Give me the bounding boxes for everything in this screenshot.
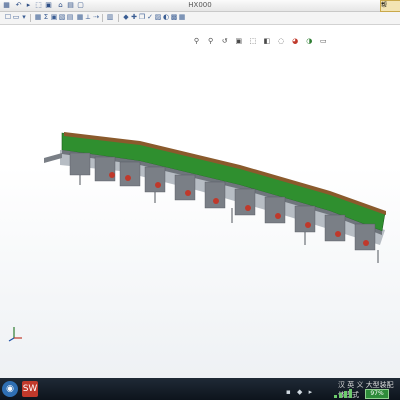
grid-icon[interactable]: ▦	[76, 13, 84, 22]
toolbar-separator	[118, 14, 119, 22]
check-icon[interactable]: ✓	[146, 13, 154, 22]
copy-icon[interactable]: ❐	[138, 13, 146, 22]
conveyor-assembly-model[interactable]	[0, 25, 400, 378]
battery-indicator[interactable]: 97%	[365, 389, 389, 399]
tray-app-icon[interactable]: ▪	[286, 388, 293, 396]
lock-icon[interactable]: ▣	[50, 13, 58, 22]
tray-network-icon[interactable]: ◆	[297, 388, 304, 396]
sum-icon[interactable]: Σ	[42, 13, 50, 22]
plus-icon[interactable]: ✚	[130, 13, 138, 22]
toolbar-separator	[30, 14, 31, 22]
help-label: 帮	[381, 2, 388, 9]
ruler-icon[interactable]: ⟂	[84, 13, 92, 22]
image-icon[interactable]: ▧	[58, 13, 66, 22]
new-icon[interactable]: ☐	[4, 13, 12, 22]
arrow-icon[interactable]: ⇢	[92, 13, 100, 22]
list-icon[interactable]: ▨	[154, 13, 162, 22]
window-title: HX000	[188, 1, 212, 9]
axis-triad-icon	[8, 327, 22, 342]
sketch-icon[interactable]: ◐	[162, 13, 170, 22]
layer-icon[interactable]: ▩	[170, 13, 178, 22]
title-bar: ▦ ↶ ▸ ⬚ ▣ ⌂ ▤ ▢ HX000 帮	[0, 0, 400, 12]
color-icon[interactable]: ◆	[122, 13, 130, 22]
taskbar: ◉ SW 汉 英 义 大型装配体模式 ▪ ◆ ▸ 97%	[0, 378, 400, 400]
measure-icon[interactable]: ▦	[34, 13, 42, 22]
battery-level: 97%	[370, 390, 384, 397]
toolbar: ☐ ▭ ▾ ▦ Σ ▣ ▧ ▤ ▦ ⟂ ⇢ ▥ ◆ ✚ ❐ ✓ ▨ ◐ ▩ ▦	[0, 12, 400, 25]
signal-strength-icon[interactable]	[333, 388, 357, 398]
open-icon[interactable]: ▭	[12, 13, 20, 22]
start-icon[interactable]: ◉	[2, 381, 18, 397]
save-icon[interactable]: ▾	[20, 13, 28, 22]
solidworks-icon[interactable]: SW	[22, 381, 38, 397]
graphics-area[interactable]: ⚲ ⚲ ↺ ▣ ⬚ ◧ ◌ ◕ ◑ ▭	[0, 25, 400, 378]
tray-volume-icon[interactable]: ▸	[309, 388, 315, 396]
table-format-icon[interactable]: ▦	[178, 13, 186, 22]
toolbar-separator	[102, 14, 103, 22]
table-icon[interactable]: ▥	[106, 13, 114, 22]
tray-icons: ▪ ◆ ▸	[286, 388, 314, 396]
drive-end-left	[44, 153, 62, 163]
file-icon[interactable]: ▤	[66, 13, 74, 22]
help-search-box[interactable]: 帮	[380, 0, 400, 12]
